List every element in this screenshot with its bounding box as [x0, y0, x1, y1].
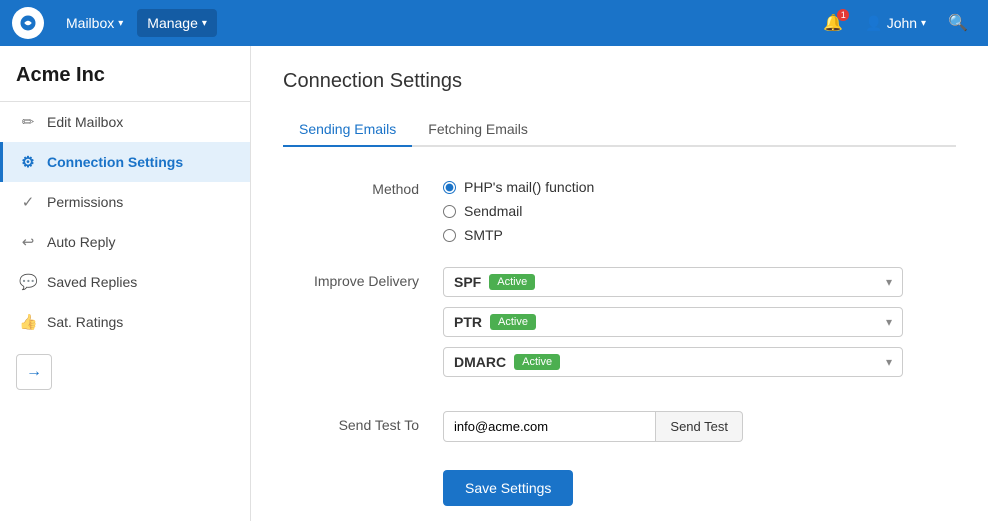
arrow-right-icon: →	[26, 363, 42, 381]
gear-icon: ⚙	[19, 153, 37, 171]
send-test-input[interactable]	[443, 411, 656, 442]
reply-icon: ↩	[19, 233, 37, 251]
improve-delivery-row: Improve Delivery SPF Active ▾ PTR Active…	[283, 267, 956, 387]
dmarc-name: DMARC	[454, 354, 506, 370]
page-title: Connection Settings	[283, 70, 956, 93]
sidebar-item-permissions[interactable]: ✓ Permissions	[0, 182, 250, 222]
radio-smtp-input[interactable]	[443, 229, 456, 242]
save-row: Save Settings	[283, 466, 956, 506]
top-nav: Mailbox ▾ Manage ▾ 🔔 1 👤 John ▾ 🔍	[0, 0, 988, 46]
sidebar-footer: →	[0, 342, 250, 402]
method-label: Method	[283, 175, 443, 197]
ptr-status-badge: Active	[490, 314, 536, 330]
chat-icon: 💬	[19, 273, 37, 291]
sidebar-item-auto-reply[interactable]: ↩ Auto Reply	[0, 222, 250, 262]
save-settings-button[interactable]: Save Settings	[443, 470, 573, 506]
spf-dropdown[interactable]: SPF Active ▾	[443, 267, 903, 297]
logo-icon	[12, 7, 44, 39]
sidebar-item-sat-ratings[interactable]: 👍 Sat. Ratings	[0, 302, 250, 342]
spf-name: SPF	[454, 274, 481, 290]
tabs: Sending Emails Fetching Emails	[283, 113, 956, 147]
send-test-label: Send Test To	[283, 411, 443, 433]
mailbox-chevron-icon: ▾	[118, 18, 123, 29]
sidebar-company-name: Acme Inc	[0, 46, 250, 102]
radio-sendmail-label: Sendmail	[464, 203, 522, 219]
mailbox-nav-btn[interactable]: Mailbox ▾	[56, 9, 133, 37]
method-row: Method PHP's mail() function Sendmail SM…	[283, 175, 956, 243]
sidebar-label-auto-reply: Auto Reply	[47, 234, 115, 250]
sidebar-label-permissions: Permissions	[47, 194, 123, 210]
spf-status-badge: Active	[489, 274, 535, 290]
sidebar-item-saved-replies[interactable]: 💬 Saved Replies	[0, 262, 250, 302]
sidebar-back-btn[interactable]: →	[16, 354, 52, 390]
notification-btn[interactable]: 🔔 1	[815, 7, 851, 39]
send-test-button[interactable]: Send Test	[656, 411, 743, 442]
manage-nav-btn[interactable]: Manage ▾	[137, 9, 217, 37]
sidebar-label-sat-ratings: Sat. Ratings	[47, 314, 123, 330]
sidebar-label-connection-settings: Connection Settings	[47, 154, 183, 170]
main-content: Connection Settings Sending Emails Fetch…	[251, 46, 988, 521]
sidebar-item-connection-settings[interactable]: ⚙ Connection Settings	[0, 142, 250, 182]
improve-delivery-label: Improve Delivery	[283, 267, 443, 289]
tab-sending-emails[interactable]: Sending Emails	[283, 113, 412, 147]
layout: Acme Inc ✏ Edit Mailbox ⚙ Connection Set…	[0, 46, 988, 521]
search-btn[interactable]: 🔍	[940, 7, 976, 39]
send-test-input-group: Send Test	[443, 411, 743, 442]
radio-php-mail-label: PHP's mail() function	[464, 179, 594, 195]
check-icon: ✓	[19, 193, 37, 211]
method-options: PHP's mail() function Sendmail SMTP	[443, 175, 956, 243]
user-menu-btn[interactable]: 👤 John ▾	[855, 9, 936, 38]
sidebar-item-edit-mailbox[interactable]: ✏ Edit Mailbox	[0, 102, 250, 142]
spf-chevron-icon: ▾	[886, 275, 892, 289]
sidebar: Acme Inc ✏ Edit Mailbox ⚙ Connection Set…	[0, 46, 251, 521]
radio-php-mail[interactable]: PHP's mail() function	[443, 179, 956, 195]
tab-fetching-emails[interactable]: Fetching Emails	[412, 113, 544, 147]
manage-chevron-icon: ▾	[202, 18, 207, 29]
dmarc-dropdown[interactable]: DMARC Active ▾	[443, 347, 903, 377]
sidebar-label-edit-mailbox: Edit Mailbox	[47, 114, 123, 130]
user-chevron-icon: ▾	[921, 18, 926, 29]
ptr-chevron-icon: ▾	[886, 315, 892, 329]
dmarc-status-badge: Active	[514, 354, 560, 370]
dmarc-chevron-icon: ▾	[886, 355, 892, 369]
ptr-dropdown[interactable]: PTR Active ▾	[443, 307, 903, 337]
sidebar-label-saved-replies: Saved Replies	[47, 274, 137, 290]
radio-smtp-label: SMTP	[464, 227, 503, 243]
notification-badge: 1	[837, 9, 849, 21]
ptr-name: PTR	[454, 314, 482, 330]
radio-smtp[interactable]: SMTP	[443, 227, 956, 243]
radio-sendmail-input[interactable]	[443, 205, 456, 218]
radio-php-mail-input[interactable]	[443, 181, 456, 194]
send-test-row: Send Test To Send Test	[283, 411, 956, 442]
edit-icon: ✏	[19, 113, 37, 131]
radio-sendmail[interactable]: Sendmail	[443, 203, 956, 219]
user-icon: 👤	[865, 15, 882, 32]
delivery-options: SPF Active ▾ PTR Active ▾ DMARC Active	[443, 267, 956, 387]
thumbsup-icon: 👍	[19, 313, 37, 331]
search-icon: 🔍	[948, 13, 968, 33]
